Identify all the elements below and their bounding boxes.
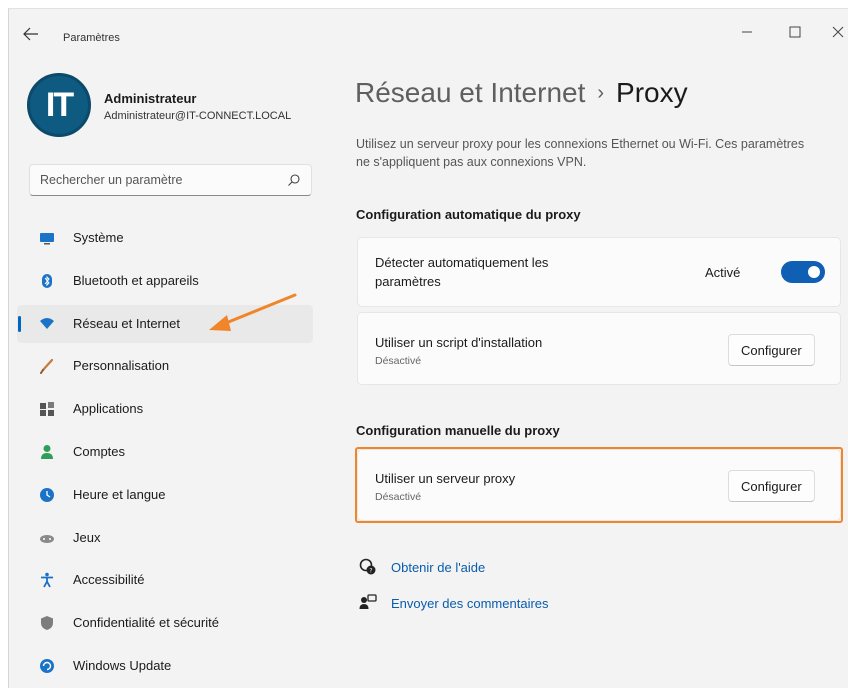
user-name: Administrateur xyxy=(104,91,197,106)
search-input[interactable]: Rechercher un paramètre xyxy=(29,164,312,196)
accessibility-icon xyxy=(41,573,53,588)
breadcrumb: Réseau et Internet › Proxy xyxy=(355,77,688,109)
sidebar-item-label: Jeux xyxy=(73,529,101,545)
sidebar-item-heure[interactable]: Heure et langue xyxy=(17,476,313,514)
feedback-link[interactable]: Envoyer des commentaires xyxy=(359,594,549,612)
globe-clock-icon xyxy=(40,487,54,502)
sidebar-item-label: Heure et langue xyxy=(73,486,166,502)
minimize-button[interactable] xyxy=(733,21,761,43)
gamepad-icon xyxy=(40,534,54,543)
feedback-icon xyxy=(359,594,377,609)
help-chat-icon: ? xyxy=(359,558,376,575)
proxy-server-status: Désactivé xyxy=(375,491,422,503)
sidebar-item-confidentialite[interactable]: Confidentialité et sécurité xyxy=(17,604,313,642)
setup-script-status: Désactivé xyxy=(375,355,422,367)
sidebar-item-systeme[interactable]: Système xyxy=(17,219,313,257)
search-placeholder: Rechercher un paramètre xyxy=(40,173,183,187)
toggle-knob xyxy=(808,266,820,278)
section-title-manual: Configuration manuelle du proxy xyxy=(356,423,560,438)
proxy-server-label: Utiliser un serveur proxy xyxy=(375,471,516,486)
bluetooth-icon xyxy=(42,273,52,288)
toggle-state-label: Activé xyxy=(705,265,741,280)
sidebar-item-label: Accessibilité xyxy=(73,572,145,588)
sidebar-item-label: Système xyxy=(73,230,124,245)
brush-icon xyxy=(40,359,54,375)
app-title: Paramètres xyxy=(63,32,120,44)
sidebar-item-comptes[interactable]: Comptes xyxy=(17,433,313,471)
section-title-auto: Configuration automatique du proxy xyxy=(356,207,581,222)
detect-settings-label: Détecter automatiquement les paramètres xyxy=(375,255,549,289)
page-title: Proxy xyxy=(616,77,688,108)
avatar-initials: IT xyxy=(45,85,74,124)
monitor-icon xyxy=(40,233,54,245)
help-link-label[interactable]: Obtenir de l'aide xyxy=(391,560,485,575)
setup-script-label: Utiliser un script d'installation xyxy=(375,335,543,350)
maximize-button[interactable] xyxy=(781,21,809,43)
detect-settings-card: Détecter automatiquement les paramètres … xyxy=(357,237,841,307)
detect-settings-toggle[interactable] xyxy=(781,261,825,283)
arrow-left-icon xyxy=(23,27,38,41)
close-icon xyxy=(832,26,844,38)
back-button[interactable] xyxy=(23,27,43,43)
help-link[interactable]: ? Obtenir de l'aide xyxy=(359,558,485,576)
close-button[interactable] xyxy=(827,21,848,43)
proxy-server-card: Utiliser un serveur proxy Désactivé Conf… xyxy=(357,449,841,521)
wifi-icon xyxy=(40,317,54,329)
annotation-arrow xyxy=(209,293,297,331)
sidebar-item-label: Applications xyxy=(73,401,144,417)
sidebar-item-label: Confidentialité et sécurité xyxy=(73,615,219,631)
update-icon xyxy=(40,658,54,673)
sidebar-item-applications[interactable]: Applications xyxy=(17,390,313,428)
user-email: Administrateur@IT-CONNECT.LOCAL xyxy=(104,110,292,122)
setup-script-card: Utiliser un script d'installation Désact… xyxy=(357,312,841,385)
configure-proxy-button[interactable]: Configurer xyxy=(728,470,815,502)
sidebar-item-windows-update[interactable]: Windows Update xyxy=(17,647,313,685)
person-icon xyxy=(41,444,53,459)
configure-script-button[interactable]: Configurer xyxy=(728,334,815,366)
avatar[interactable]: IT xyxy=(27,73,91,137)
feedback-link-label[interactable]: Envoyer des commentaires xyxy=(391,596,549,611)
settings-window: Paramètres IT Administrateur Administrat… xyxy=(8,8,848,688)
title-bar: Paramètres xyxy=(9,9,848,57)
apps-icon xyxy=(40,402,54,417)
svg-text:?: ? xyxy=(369,568,372,575)
sidebar-item-personnalisation[interactable]: Personnalisation xyxy=(17,347,313,385)
maximize-icon xyxy=(789,26,801,38)
sidebar-item-label: Bluetooth et appareils xyxy=(73,272,199,288)
sidebar-item-jeux[interactable]: Jeux xyxy=(17,519,313,557)
shield-icon xyxy=(41,616,53,631)
breadcrumb-parent[interactable]: Réseau et Internet xyxy=(355,77,585,108)
sidebar-item-label: Personnalisation xyxy=(73,358,170,374)
search-icon xyxy=(288,174,300,186)
breadcrumb-separator: › xyxy=(597,82,605,104)
active-indicator xyxy=(18,315,21,332)
sidebar-item-label: Réseau et Internet xyxy=(73,315,180,331)
page-description: Utilisez un serveur proxy pour les conne… xyxy=(356,137,805,169)
sidebar-item-accessibilite[interactable]: Accessibilité xyxy=(17,561,313,599)
sidebar-item-label: Windows Update xyxy=(73,657,172,673)
sidebar-item-label: Comptes xyxy=(73,443,126,459)
minimize-icon xyxy=(742,31,752,33)
